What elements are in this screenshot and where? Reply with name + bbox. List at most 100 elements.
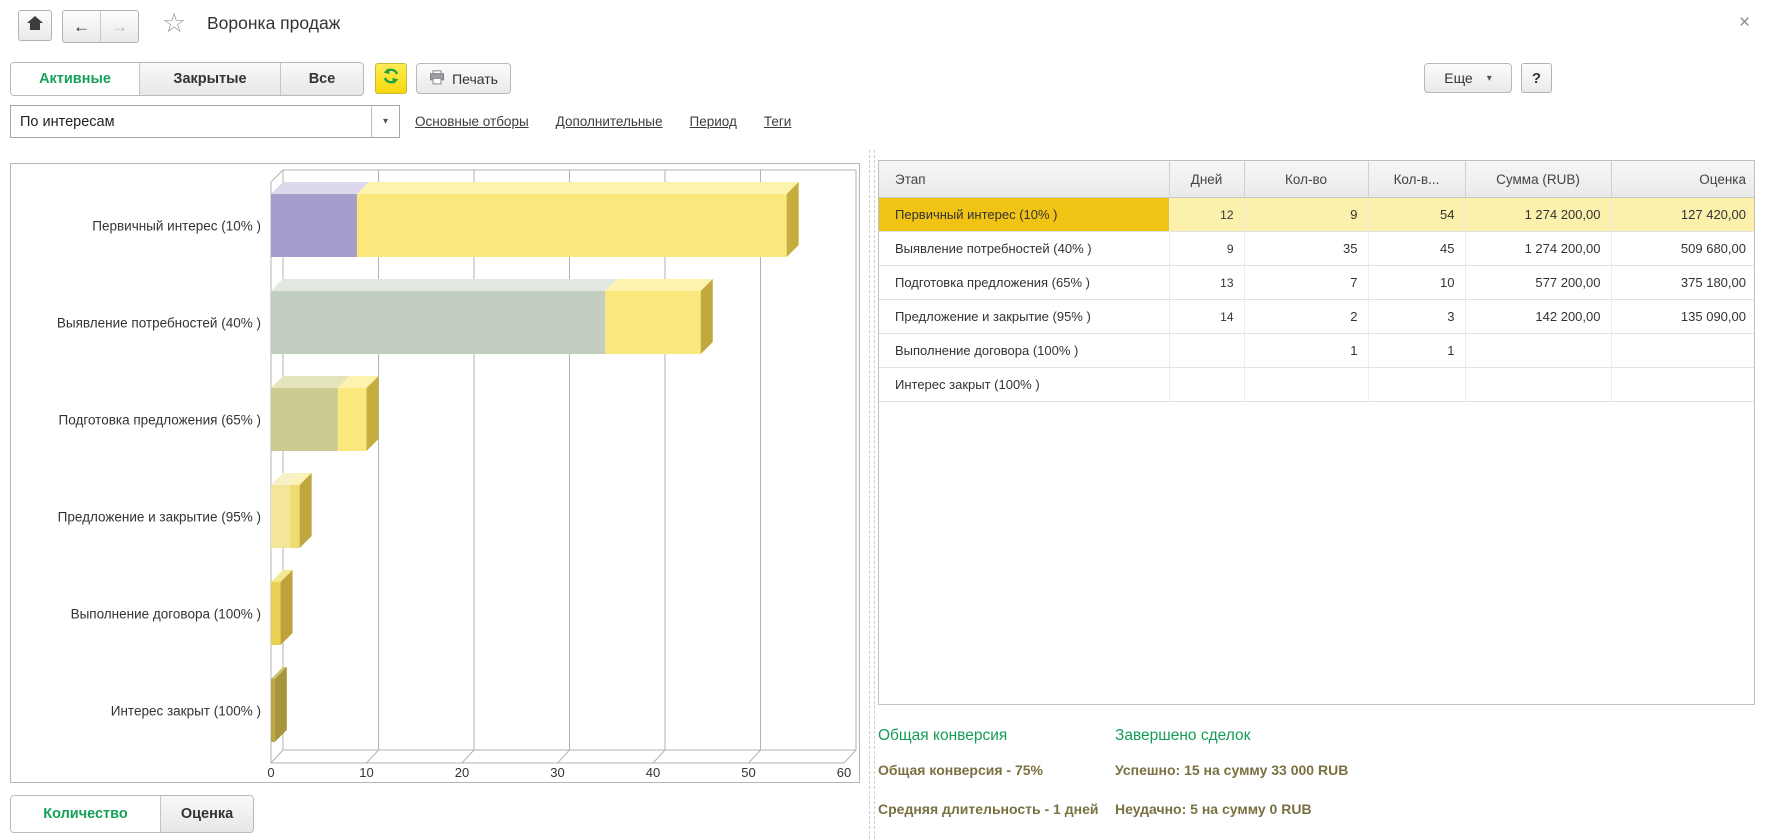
tab-estimate[interactable]: Оценка <box>161 796 253 832</box>
table-cell[interactable]: 142 200,00 <box>1465 300 1611 334</box>
table-cell[interactable]: Выявление потребностей (40% ) <box>879 232 1169 266</box>
table-cell[interactable]: 1 274 200,00 <box>1465 232 1611 266</box>
bar-segment[interactable] <box>271 582 281 645</box>
table-cell[interactable]: 12 <box>1169 198 1244 232</box>
combo-dropdown-button[interactable]: ▾ <box>371 106 399 137</box>
table-cell[interactable]: 54 <box>1368 198 1465 232</box>
bar-side-face[interactable] <box>281 570 293 645</box>
table-cell[interactable] <box>1368 368 1465 402</box>
table-cell[interactable]: 45 <box>1368 232 1465 266</box>
table-row[interactable]: Интерес закрыт (100% ) <box>879 368 1755 402</box>
tab-all[interactable]: Все <box>281 63 363 95</box>
refresh-button[interactable] <box>375 63 407 94</box>
table-row[interactable]: Выполнение договора (100% ) 11 <box>879 334 1755 368</box>
forward-button[interactable]: → <box>101 11 138 42</box>
bar-segment[interactable] <box>357 194 787 257</box>
category-label: Предложение и закрытие (95% ) <box>58 510 261 525</box>
bar-segment[interactable] <box>271 291 605 354</box>
table-cell[interactable]: 1 <box>1368 334 1465 368</box>
help-button[interactable]: ? <box>1521 63 1552 93</box>
table-cell[interactable]: 127 420,00 <box>1611 198 1755 232</box>
table-cell[interactable] <box>1465 368 1611 402</box>
table-cell[interactable]: 375 180,00 <box>1611 266 1755 300</box>
column-header-1[interactable]: Дней <box>1169 161 1244 198</box>
table-row[interactable]: Выявление потребностей (40% )935451 274 … <box>879 232 1755 266</box>
table-cell[interactable]: 2 <box>1244 300 1368 334</box>
table-cell[interactable]: 14 <box>1169 300 1244 334</box>
table-cell[interactable]: 135 090,00 <box>1611 300 1755 334</box>
bar-top-face[interactable] <box>271 279 617 291</box>
filter-link-0[interactable]: Основные отборы <box>415 114 529 129</box>
bar-side-face[interactable] <box>367 376 379 451</box>
bar-segment[interactable] <box>605 291 701 354</box>
table-header-row[interactable]: ЭтапДнейКол-воКол-в...Сумма (RUB)Оценка <box>879 161 1755 198</box>
tab-quantity[interactable]: Количество <box>11 796 161 832</box>
column-header-2[interactable]: Кол-во <box>1244 161 1368 198</box>
bar-segment[interactable] <box>271 388 338 451</box>
column-header-3[interactable]: Кол-в... <box>1368 161 1465 198</box>
table-cell[interactable]: 13 <box>1169 266 1244 300</box>
home-button[interactable] <box>18 10 52 41</box>
table-cell[interactable]: Предложение и закрытие (95% ) <box>879 300 1169 334</box>
more-button[interactable]: Еще ▾ <box>1424 63 1512 93</box>
table-cell[interactable] <box>1244 368 1368 402</box>
filter-link-1[interactable]: Дополнительные <box>556 114 663 129</box>
bar-side-face[interactable] <box>787 182 799 257</box>
stage-table[interactable]: ЭтапДнейКол-воКол-в...Сумма (RUB)Оценка … <box>879 161 1755 402</box>
table-cell[interactable]: 1 274 200,00 <box>1465 198 1611 232</box>
print-button[interactable]: Печать <box>416 63 511 94</box>
x-tick-label: 30 <box>550 765 564 780</box>
table-cell[interactable]: 7 <box>1244 266 1368 300</box>
filter-link-2[interactable]: Период <box>690 114 737 129</box>
column-header-5[interactable]: Оценка <box>1611 161 1755 198</box>
bar-top-face[interactable] <box>271 376 350 388</box>
table-cell[interactable]: Подготовка предложения (65% ) <box>879 266 1169 300</box>
table-cell[interactable] <box>1465 334 1611 368</box>
funnel-chart[interactable]: 0102030405060Первичный интерес (10% )Выя… <box>11 164 859 782</box>
bar-segment[interactable] <box>271 194 357 257</box>
panel-splitter[interactable] <box>869 150 875 839</box>
bar-segment[interactable] <box>338 388 367 451</box>
back-button[interactable]: ← <box>63 11 101 42</box>
tab-active[interactable]: Активные <box>11 63 140 95</box>
table-row[interactable]: Предложение и закрытие (95% )1423142 200… <box>879 300 1755 334</box>
table-row[interactable]: Подготовка предложения (65% )13710577 20… <box>879 266 1755 300</box>
bar-top-face[interactable] <box>271 182 369 194</box>
funnel-kind-select[interactable]: По интересам ▾ <box>10 105 400 138</box>
bar-side-face[interactable] <box>701 279 713 354</box>
bar-side-face[interactable] <box>300 473 312 548</box>
table-cell[interactable]: Выполнение договора (100% ) <box>879 334 1169 368</box>
tab-closed[interactable]: Закрытые <box>140 63 281 95</box>
funnel-kind-value: По интересам <box>11 114 371 130</box>
table-cell[interactable]: 509 680,00 <box>1611 232 1755 266</box>
table-cell[interactable]: Первичный интерес (10% ) <box>879 198 1169 232</box>
category-label: Выявление потребностей (40% ) <box>57 316 261 331</box>
table-cell[interactable]: 9 <box>1169 232 1244 266</box>
table-cell[interactable]: 577 200,00 <box>1465 266 1611 300</box>
bar-side-face[interactable] <box>275 667 287 742</box>
column-header-4[interactable]: Сумма (RUB) <box>1465 161 1611 198</box>
column-header-0[interactable]: Этап <box>879 161 1169 198</box>
table-cell[interactable]: 35 <box>1244 232 1368 266</box>
table-cell[interactable] <box>1169 334 1244 368</box>
home-icon <box>26 15 44 36</box>
table-cell[interactable] <box>1611 334 1755 368</box>
conversion-total: Общая конверсия - 75% <box>878 762 1043 778</box>
table-cell[interactable]: 9 <box>1244 198 1368 232</box>
table-cell[interactable]: 3 <box>1368 300 1465 334</box>
favorite-star-icon[interactable]: ☆ <box>162 8 186 39</box>
table-cell[interactable]: 1 <box>1244 334 1368 368</box>
table-cell[interactable]: 10 <box>1368 266 1465 300</box>
bar-top-face[interactable] <box>605 279 713 291</box>
table-cell[interactable]: Интерес закрыт (100% ) <box>879 368 1169 402</box>
bar-segment[interactable] <box>290 485 300 548</box>
close-icon[interactable]: × <box>1739 12 1750 34</box>
chevron-down-icon: ▾ <box>1487 73 1492 84</box>
table-cell[interactable] <box>1611 368 1755 402</box>
bar-segment[interactable] <box>271 485 290 548</box>
table-cell[interactable] <box>1169 368 1244 402</box>
table-row[interactable]: Первичный интерес (10% )129541 274 200,0… <box>879 198 1755 232</box>
bar-top-face[interactable] <box>357 182 799 194</box>
bar-segment[interactable] <box>271 679 275 742</box>
filter-link-3[interactable]: Теги <box>764 114 791 129</box>
